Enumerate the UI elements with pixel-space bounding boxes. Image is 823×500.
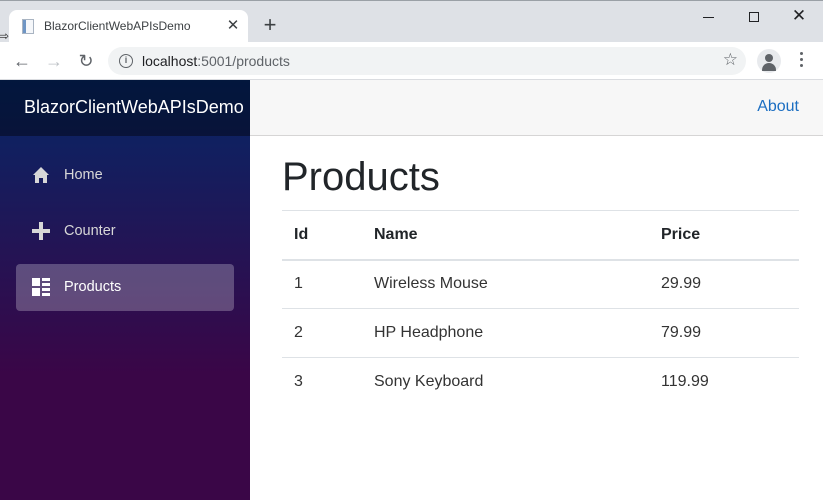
column-header-price: Price [649, 210, 799, 261]
about-link[interactable]: About [757, 98, 799, 116]
list-rich-icon [32, 278, 50, 296]
column-header-name: Name [362, 210, 649, 261]
minimize-icon [702, 16, 714, 18]
cell-price: 29.99 [649, 259, 799, 309]
forward-button[interactable]: → [41, 48, 67, 74]
profile-avatar-icon[interactable] [757, 49, 781, 73]
bookmark-star-icon[interactable]: ☆ [723, 50, 738, 70]
cell-id: 1 [282, 259, 362, 309]
sidebar-item-home[interactable]: Home [16, 152, 234, 199]
column-header-id: Id [282, 210, 362, 261]
main-content: Products Id Name Price 1 Wireless Mouse … [282, 136, 799, 407]
cell-id: 2 [282, 308, 362, 358]
sidebar-item-counter[interactable]: Counter [16, 208, 234, 255]
brand-bar: BlazorClientWebAPIsDemo [0, 80, 250, 136]
reload-button[interactable]: ↻ [73, 48, 99, 74]
browser-toolbar: ← → ↻ i localhost:5001/products ☆ [0, 42, 823, 80]
back-button[interactable]: ← [9, 48, 35, 74]
cell-price: 119.99 [661, 373, 709, 391]
browser-tab[interactable]: BlazorClientWebAPIsDemo ✕ [9, 10, 248, 43]
maximize-button[interactable] [732, 3, 776, 29]
site-info-icon[interactable]: i [119, 54, 133, 68]
url-host: localhost [142, 53, 198, 69]
sidebar: BlazorClientWebAPIsDemo Home Counter Pro… [0, 80, 250, 500]
sidebar-item-label: Counter [64, 223, 116, 239]
products-table: Id Name Price 1 Wireless Mouse 29.99 2 H… [282, 210, 799, 407]
kebab-menu-icon[interactable] [795, 52, 807, 70]
sidebar-item-products[interactable]: Products [16, 264, 234, 311]
cell-id: 3 [294, 373, 303, 391]
new-tab-button[interactable]: + [258, 13, 282, 37]
tab-close-icon[interactable]: ✕ [222, 15, 244, 37]
cell-name: Sony Keyboard [374, 373, 484, 391]
table-row: 3 Sony Keyboard 119.99 [282, 358, 799, 407]
brand-link[interactable]: BlazorClientWebAPIsDemo [24, 97, 244, 118]
top-row: About [250, 80, 823, 136]
cell-name: Wireless Mouse [362, 259, 649, 309]
page-title: Products [282, 155, 440, 199]
cell-name: HP Headphone [362, 308, 649, 358]
url-path: :5001/products [197, 53, 290, 69]
home-icon [33, 167, 49, 183]
mouse-cursor-icon: ⇨ [0, 29, 10, 43]
document-favicon-icon [22, 19, 34, 34]
table-header-row: Id Name Price [282, 210, 799, 261]
minimize-button[interactable] [686, 3, 730, 29]
plus-icon [32, 222, 50, 240]
sidebar-item-label: Home [64, 167, 103, 183]
cell-price: 79.99 [649, 308, 799, 358]
window-close-button[interactable]: ✕ [777, 3, 821, 29]
table-row: 2 HP Headphone 79.99 [282, 308, 799, 358]
maximize-icon [749, 12, 759, 23]
address-bar[interactable]: i localhost:5001/products ☆ [108, 47, 746, 75]
sidebar-item-label: Products [64, 279, 122, 295]
table-row: 1 Wireless Mouse 29.99 [282, 259, 799, 309]
browser-titlebar: ⇨ BlazorClientWebAPIsDemo ✕ + ✕ [0, 0, 823, 43]
url-text[interactable]: localhost:5001/products [142, 53, 290, 69]
tab-title: BlazorClientWebAPIsDemo [44, 19, 191, 33]
